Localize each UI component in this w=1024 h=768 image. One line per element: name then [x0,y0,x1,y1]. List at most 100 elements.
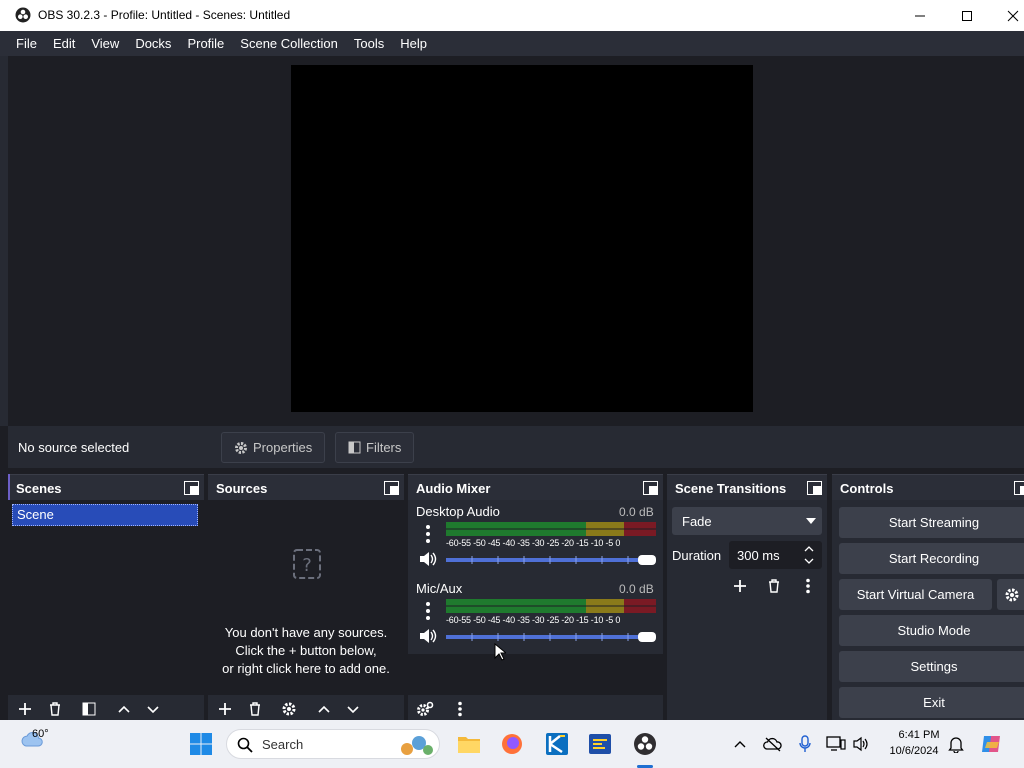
chevron-down-icon [806,518,816,524]
add-transition-button[interactable] [730,576,750,596]
filters-button[interactable]: Filters [335,432,415,463]
studio-mode-button[interactable]: Studio Mode [839,615,1024,646]
add-scene-button[interactable] [15,699,35,719]
chevron-up-icon[interactable] [804,545,814,553]
cloud-offline-icon[interactable] [763,736,783,752]
firefox-icon[interactable] [500,732,524,756]
clock-time[interactable]: 6:41 PM [898,729,940,741]
chevron-up-icon[interactable] [733,738,747,750]
duration-value: 300 ms [737,548,780,563]
audio-mixer-footer [408,695,663,722]
source-properties-button[interactable] [279,699,299,719]
trash-icon [50,702,60,716]
chevron-up-icon [118,705,130,713]
mic-aux-volume-slider[interactable] [446,632,656,642]
sources-dock-header: Sources [208,474,404,500]
preview-canvas[interactable] [291,65,753,412]
undock-icon[interactable] [643,481,658,495]
script-editor-icon[interactable] [588,732,612,756]
obs-taskbar-icon[interactable] [633,732,657,756]
start-recording-button[interactable]: Start Recording [839,543,1024,574]
undock-icon[interactable] [184,481,199,495]
window-title: OBS 30.2.3 - Profile: Untitled - Scenes:… [38,8,291,22]
scene-transitions-footer [667,695,827,722]
undock-icon[interactable] [384,481,399,495]
menu-view[interactable]: View [83,36,127,51]
remove-transition-button[interactable] [764,576,784,596]
maximize-button[interactable] [944,0,990,31]
transition-menu-button[interactable] [798,576,818,596]
copilot-icon[interactable] [980,732,1004,756]
scene-list-item[interactable]: Scene [12,504,198,526]
speaker-icon[interactable] [418,627,438,645]
notification-bell-icon[interactable] [948,735,964,753]
settings-button[interactable]: Settings [839,651,1024,682]
more-vertical-icon [458,701,462,717]
sources-footer [208,695,404,722]
start-streaming-button[interactable]: Start Streaming [839,507,1024,538]
windows-start-icon[interactable] [189,732,213,756]
menu-docks[interactable]: Docks [127,36,179,51]
scene-transitions-dock-header: Scene Transitions [667,474,827,500]
audio-mixer-body: Desktop Audio 0.0 dB -60-55 -50 -45 -40 … [408,500,663,695]
microphone-icon[interactable] [798,735,812,753]
move-source-up-button[interactable] [314,699,334,719]
sources-dock: Sources ? You don't have any sources. Cl… [208,474,404,722]
filters-label: Filters [366,440,402,455]
exit-button[interactable]: Exit [839,687,1024,718]
taskbar-search-box[interactable]: Search [226,729,440,759]
plus-icon [734,580,746,592]
audio-mixer-title: Audio Mixer [416,481,491,496]
mic-aux-menu-icon[interactable] [422,601,434,621]
mic-aux-meter [446,599,656,613]
volume-icon[interactable] [852,735,870,753]
advanced-audio-button[interactable] [415,699,435,719]
transition-select[interactable]: Fade [672,507,822,535]
no-sources-line2: Click the + button below, [235,643,377,658]
no-sources-message: You don't have any sources. Click the + … [208,624,404,678]
close-button[interactable] [990,0,1024,31]
desktop-audio-db: 0.0 dB [619,505,654,519]
duration-spinbox[interactable]: 300 ms [729,541,822,569]
minimize-button[interactable] [897,0,943,31]
menu-profile[interactable]: Profile [179,36,232,51]
menu-help[interactable]: Help [392,36,435,51]
virtual-camera-settings-button[interactable] [997,579,1024,610]
search-highlight-icon [401,736,433,755]
scenes-list[interactable]: Scene [8,500,204,695]
kaleidoscope-app-icon[interactable] [545,732,569,756]
desktop-audio-meter [446,522,656,536]
undock-icon[interactable] [807,481,822,495]
transition-select-value: Fade [682,514,712,529]
mixer-menu-button[interactable] [450,699,470,719]
start-virtual-camera-button[interactable]: Start Virtual Camera [839,579,992,610]
remove-scene-button[interactable] [45,699,65,719]
menu-edit[interactable]: Edit [45,36,83,51]
svg-text:?: ? [302,555,312,576]
slider-handle[interactable] [638,632,656,642]
menu-scene-collection[interactable]: Scene Collection [232,36,346,51]
speaker-icon[interactable] [418,550,438,568]
duration-label: Duration [672,548,722,563]
properties-button[interactable]: Properties [221,432,326,463]
move-scene-up-button[interactable] [114,699,134,719]
undock-icon[interactable] [1014,481,1024,495]
scene-filters-button[interactable] [79,699,99,719]
display-network-icon[interactable] [826,735,846,753]
add-source-button[interactable] [215,699,235,719]
menu-tools[interactable]: Tools [346,36,392,51]
chevron-down-icon[interactable] [804,557,814,565]
menu-file[interactable]: File [8,36,45,51]
slider-handle[interactable] [638,555,656,565]
chevron-down-icon [147,706,159,714]
remove-source-button[interactable] [245,699,265,719]
move-source-down-button[interactable] [343,699,363,719]
sources-list[interactable]: ? You don't have any sources. Click the … [208,500,404,695]
move-scene-down-button[interactable] [143,699,163,719]
desktop-audio-menu-icon[interactable] [422,524,434,544]
sources-title: Sources [216,481,268,496]
desktop-audio-volume-slider[interactable] [446,555,656,565]
clock-date[interactable]: 10/6/2024 [884,745,944,757]
dock-accent [8,474,10,500]
file-explorer-icon[interactable] [457,732,481,756]
